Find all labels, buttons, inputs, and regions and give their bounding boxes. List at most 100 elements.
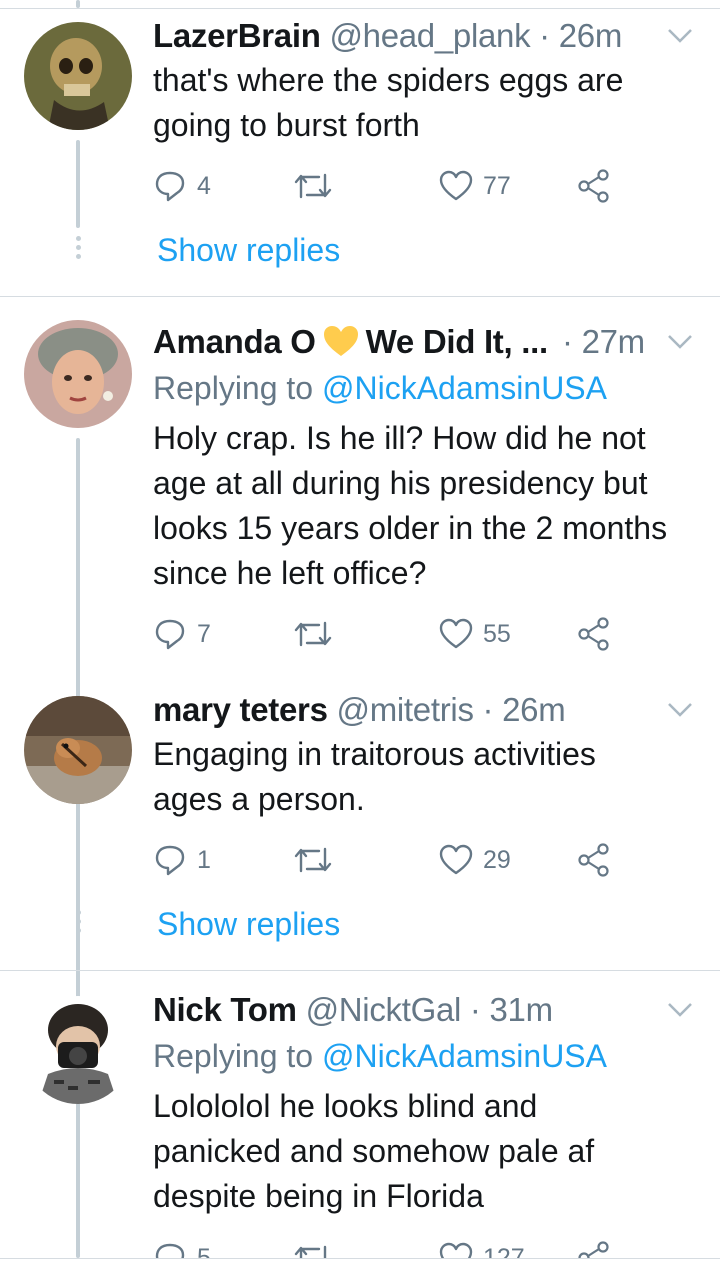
like-count: 77 xyxy=(483,171,511,200)
chevron-down-icon[interactable] xyxy=(666,700,694,720)
separator: · xyxy=(562,323,573,360)
tweet-text-line: going to burst forth xyxy=(153,107,420,143)
like-button[interactable]: 77 xyxy=(439,164,511,208)
chevron-down-icon[interactable] xyxy=(666,332,694,352)
mention-link[interactable]: @NickAdamsinUSA xyxy=(322,370,607,406)
display-name-suffix[interactable]: We Did It, ... xyxy=(366,323,549,360)
replying-to-label: Replying to xyxy=(153,370,314,406)
reply-count: 4 xyxy=(197,171,211,200)
tweet-time-group: · 27m xyxy=(562,322,645,362)
tweet-text-line: since he left office? xyxy=(153,555,427,591)
yellow-heart-emoji xyxy=(323,326,358,356)
reply-button[interactable]: 5 xyxy=(153,1236,211,1258)
chevron-down-icon[interactable] xyxy=(666,1000,694,1020)
tweet-text-line: despite being in Florida xyxy=(153,1178,484,1214)
like-count: 55 xyxy=(483,619,511,648)
action-bar: 5 127 xyxy=(153,1236,653,1258)
retweet-icon xyxy=(294,173,332,199)
replying-to: Replying to @NickAdamsinUSA xyxy=(153,368,607,408)
divider xyxy=(0,970,720,971)
like-icon xyxy=(439,844,473,875)
display-name[interactable]: Nick Tom xyxy=(153,991,297,1028)
thread-line xyxy=(76,0,80,8)
timestamp[interactable]: 31m xyxy=(490,991,554,1028)
reply-icon xyxy=(155,1243,185,1258)
show-replies-link[interactable]: Show replies xyxy=(157,230,340,270)
replying-to: Replying to @NickAdamsinUSA xyxy=(153,1036,607,1076)
reply-button[interactable]: 1 xyxy=(153,838,211,882)
action-bar: 7 55 xyxy=(153,612,653,656)
separator: · xyxy=(482,691,494,728)
thread-line xyxy=(76,140,80,228)
action-bar: 1 29 xyxy=(153,838,653,882)
tweet-header: Nick Tom @NicktGal · 31m xyxy=(153,990,553,1030)
tweet-text: that's where the spiders eggs are going … xyxy=(153,58,713,148)
thread-dots xyxy=(73,910,83,937)
tweet-text-line: that's where the spiders eggs are xyxy=(153,62,624,98)
tweet-text-line: Engaging in traitorous activities xyxy=(153,736,596,772)
timestamp[interactable]: 27m xyxy=(582,323,646,360)
share-button[interactable] xyxy=(577,1236,611,1258)
share-icon xyxy=(578,1241,609,1258)
handle[interactable]: @head_plank xyxy=(329,17,530,54)
share-button[interactable] xyxy=(577,164,611,208)
action-bar: 4 77 xyxy=(153,164,653,208)
like-button[interactable]: 29 xyxy=(439,838,511,882)
like-button[interactable]: 55 xyxy=(439,612,511,656)
retweet-button[interactable] xyxy=(293,612,333,656)
tweet-text-line: looks 15 years older in the 2 months xyxy=(153,510,668,546)
reply-count: 1 xyxy=(197,845,211,874)
tweet-text-line: Holy crap. Is he ill? How did he not xyxy=(153,420,646,456)
tweet-text-line: age at all during his presidency but xyxy=(153,465,648,501)
timestamp[interactable]: 26m xyxy=(502,691,566,728)
reply-count: 7 xyxy=(197,619,211,648)
reply-button[interactable]: 4 xyxy=(153,164,211,208)
tweet-header: mary teters @mitetris · 26m xyxy=(153,690,566,730)
like-count: 29 xyxy=(483,845,511,874)
tweet-text: Holy crap. Is he ill? How did he not age… xyxy=(153,416,713,596)
avatar[interactable] xyxy=(24,22,132,130)
share-icon xyxy=(578,617,609,651)
like-count: 127 xyxy=(483,1243,525,1259)
handle[interactable]: @mitetris xyxy=(337,691,474,728)
separator: · xyxy=(469,991,481,1028)
like-button[interactable]: 127 xyxy=(439,1236,525,1258)
share-button[interactable] xyxy=(577,612,611,656)
timestamp[interactable]: 26m xyxy=(559,17,623,54)
display-name[interactable]: LazerBrain xyxy=(153,17,321,54)
like-icon xyxy=(439,170,473,201)
mention-link[interactable]: @NickAdamsinUSA xyxy=(322,1038,607,1074)
divider xyxy=(0,296,720,297)
tweet-text: Engaging in traitorous activities ages a… xyxy=(153,732,713,822)
handle[interactable]: @NicktGal xyxy=(306,991,462,1028)
retweet-icon xyxy=(294,1245,327,1258)
retweet-button[interactable] xyxy=(293,164,333,208)
thread-line xyxy=(76,438,80,1258)
thread-dots xyxy=(73,236,83,263)
tweet-header: Amanda O We Did It, ... xyxy=(153,322,548,362)
show-replies-link[interactable]: Show replies xyxy=(157,904,340,944)
chevron-down-icon[interactable] xyxy=(666,26,694,46)
reply-icon xyxy=(155,845,185,876)
replying-to-label: Replying to xyxy=(153,1038,314,1074)
like-icon xyxy=(439,1242,473,1258)
reply-count: 5 xyxy=(197,1243,211,1259)
share-icon xyxy=(578,169,609,203)
share-button[interactable] xyxy=(577,838,611,882)
tweet-text: Lolololol he looks blind and panicked an… xyxy=(153,1084,713,1219)
separator: · xyxy=(539,17,550,54)
avatar[interactable] xyxy=(24,996,132,1104)
display-name[interactable]: mary teters xyxy=(153,691,328,728)
reply-button[interactable]: 7 xyxy=(153,612,211,656)
reply-icon xyxy=(155,171,185,202)
tweet-header: LazerBrain @head_plank · 26m xyxy=(153,16,622,56)
tweet-text-line: panicked and somehow pale af xyxy=(153,1133,595,1169)
avatar[interactable] xyxy=(24,696,132,804)
share-icon xyxy=(578,843,609,877)
display-name[interactable]: Amanda O xyxy=(153,323,316,360)
reply-icon xyxy=(155,619,185,650)
retweet-icon xyxy=(294,621,332,647)
avatar[interactable] xyxy=(24,320,132,428)
retweet-button[interactable] xyxy=(293,1236,333,1258)
retweet-button[interactable] xyxy=(293,838,333,882)
